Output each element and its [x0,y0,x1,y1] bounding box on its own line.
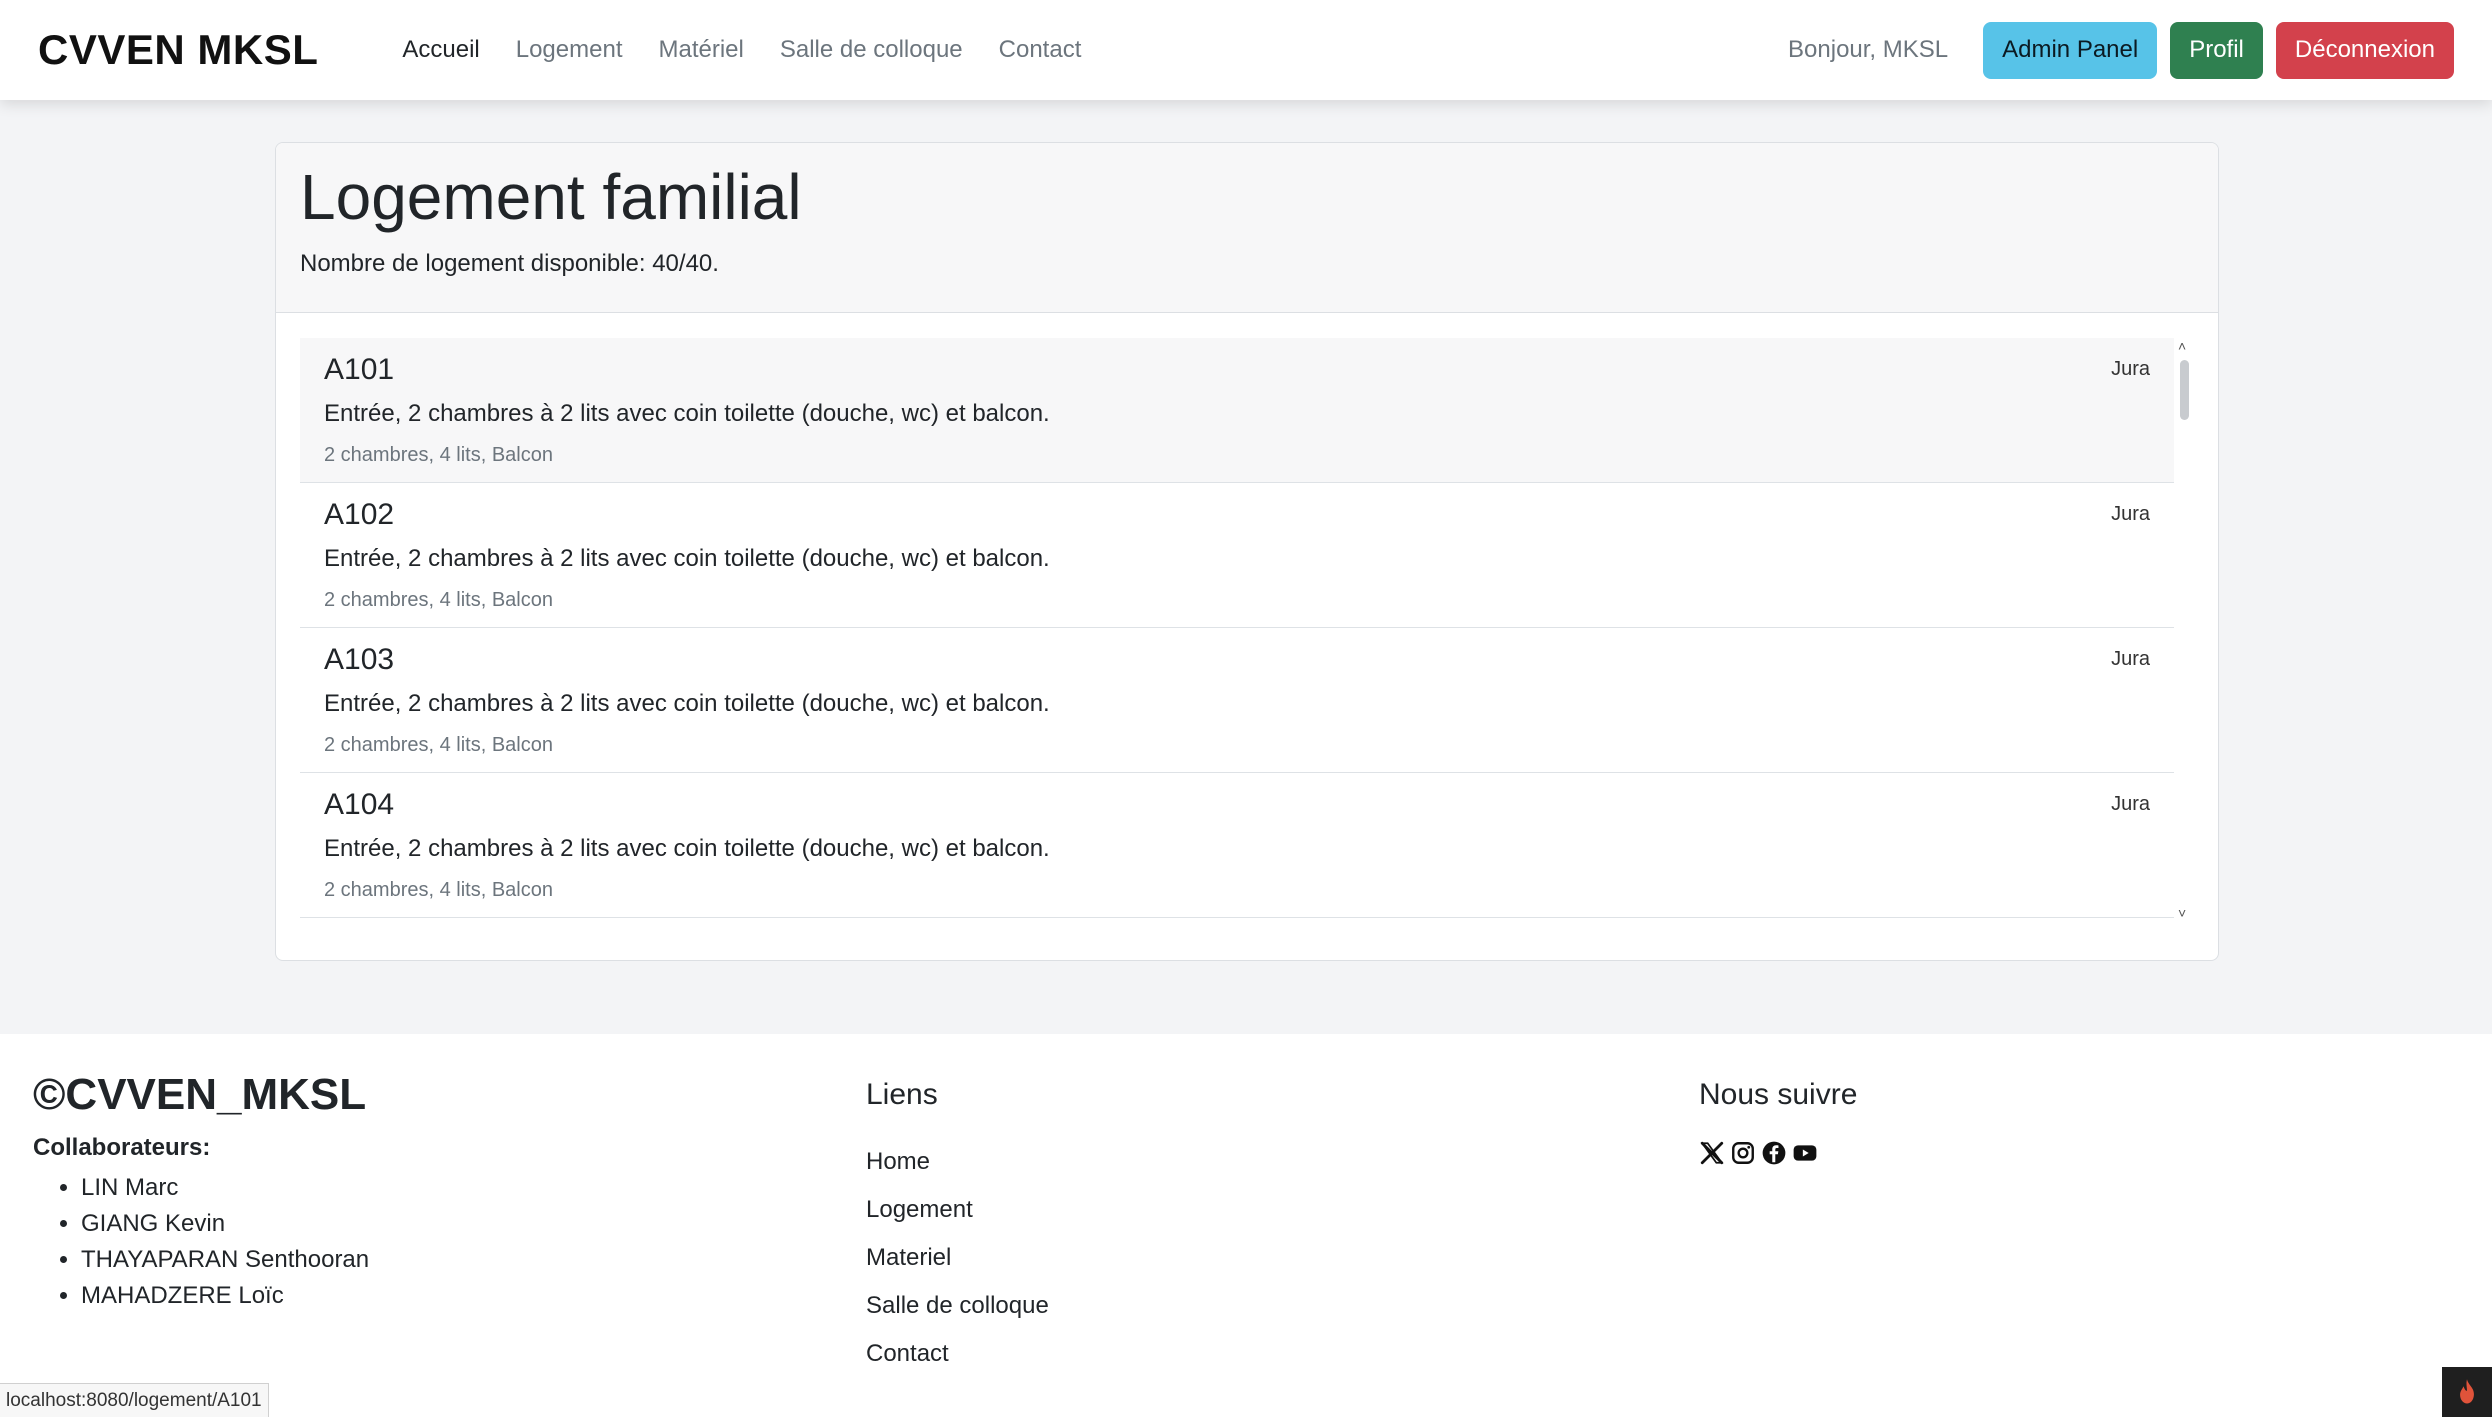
navbar: CVVEN MKSL Accueil Logement Matériel Sal… [0,0,2492,100]
nav-link-accueil[interactable]: Accueil [402,36,479,64]
item-description: Entrée, 2 chambres à 2 lits avec coin to… [324,400,1050,427]
flame-icon[interactable] [2442,1367,2492,1417]
x-twitter-icon[interactable] [1699,1140,1725,1166]
item-meta: 2 chambres, 4 lits, Balcon [324,734,553,756]
footer-links-title: Liens [866,1078,938,1111]
footer-link-logement[interactable]: Logement [866,1186,1049,1234]
footer-brand: ©CVVEN_MKSL [33,1070,367,1119]
nav-link-materiel[interactable]: Matériel [658,36,743,64]
list-scrollbar[interactable]: ˄ ˅ [2174,338,2196,921]
item-code: A101 [324,353,395,386]
item-location-tag: Jura [2111,793,2150,815]
item-meta: 2 chambres, 4 lits, Balcon [324,444,553,466]
brand-logo[interactable]: CVVEN MKSL [38,26,318,74]
footer-social-section: Nous suivre [1699,1070,1857,1166]
footer-links-section: Liens Home Logement Materiel Salle de co… [866,1070,1049,1378]
item-code: A104 [324,788,395,821]
collaborator-item: MAHADZERE Loïc [81,1278,369,1314]
footer-social-title: Nous suivre [1699,1078,1858,1111]
admin-panel-button[interactable]: Admin Panel [1983,21,2158,79]
list-item[interactable]: A104 Entrée, 2 chambres à 2 lits avec co… [300,773,2174,918]
footer-links-list: Home Logement Materiel Salle de colloque… [866,1138,1049,1378]
item-code: A103 [324,643,395,676]
collaborators-title: Collaborateurs: [33,1134,211,1161]
item-description: Entrée, 2 chambres à 2 lits avec coin to… [324,835,1050,862]
browser-status-url: localhost:8080/logement/A101 [0,1383,269,1417]
footer: ©CVVEN_MKSL Collaborateurs: LIN Marc GIA… [0,1034,2492,1417]
page-title: Logement familial [300,161,802,233]
nav-link-contact[interactable]: Contact [999,36,1082,64]
item-location-tag: Jura [2111,503,2150,525]
footer-link-salle-de-colloque[interactable]: Salle de colloque [866,1282,1049,1330]
housing-card: Logement familial Nombre de logement dis… [275,142,2219,961]
nav-links: Accueil Logement Matériel Salle de collo… [402,36,1117,64]
collaborator-item: LIN Marc [81,1170,369,1206]
scroll-thumb[interactable] [2180,360,2189,420]
list-item[interactable]: A102 Entrée, 2 chambres à 2 lits avec co… [300,483,2174,628]
collaborator-item: GIANG Kevin [81,1206,369,1242]
item-code: A102 [324,498,395,531]
nav-link-logement[interactable]: Logement [516,36,623,64]
footer-link-home[interactable]: Home [866,1138,1049,1186]
facebook-icon[interactable] [1761,1140,1787,1166]
item-description: Entrée, 2 chambres à 2 lits avec coin to… [324,545,1050,572]
card-header: Logement familial Nombre de logement dis… [276,143,2218,313]
footer-about: ©CVVEN_MKSL Collaborateurs: LIN Marc GIA… [33,1070,369,1314]
item-location-tag: Jura [2111,358,2150,380]
item-meta: 2 chambres, 4 lits, Balcon [324,879,553,901]
list-item[interactable]: A101 Entrée, 2 chambres à 2 lits avec co… [300,338,2174,483]
nav-user-area: Bonjour, MKSL Admin Panel Profil Déconne… [1788,21,2454,79]
profile-button[interactable]: Profil [2170,21,2263,79]
social-icons [1699,1140,1857,1166]
item-meta: 2 chambres, 4 lits, Balcon [324,589,553,611]
scroll-down-arrow-icon[interactable]: ˅ [2178,905,2186,921]
user-greeting: Bonjour, MKSL [1788,36,1949,63]
housing-list: A101 Entrée, 2 chambres à 2 lits avec co… [300,338,2174,918]
youtube-icon[interactable] [1792,1140,1818,1166]
housing-list-scroll[interactable]: A101 Entrée, 2 chambres à 2 lits avec co… [300,338,2196,921]
collaborator-item: THAYAPARAN Senthooran [81,1242,369,1278]
logout-button[interactable]: Déconnexion [2275,21,2454,79]
availability-text: Nombre de logement disponible: 40/40. [300,249,719,277]
collaborators-list: LIN Marc GIANG Kevin THAYAPARAN Senthoor… [81,1170,369,1314]
footer-link-materiel[interactable]: Materiel [866,1234,1049,1282]
item-location-tag: Jura [2111,648,2150,670]
nav-link-salle-de-colloque[interactable]: Salle de colloque [780,36,963,64]
scroll-up-arrow-icon[interactable]: ˄ [2178,338,2186,354]
footer-link-contact[interactable]: Contact [866,1330,1049,1378]
item-description: Entrée, 2 chambres à 2 lits avec coin to… [324,690,1050,717]
instagram-icon[interactable] [1730,1140,1756,1166]
list-item[interactable]: A103 Entrée, 2 chambres à 2 lits avec co… [300,628,2174,773]
